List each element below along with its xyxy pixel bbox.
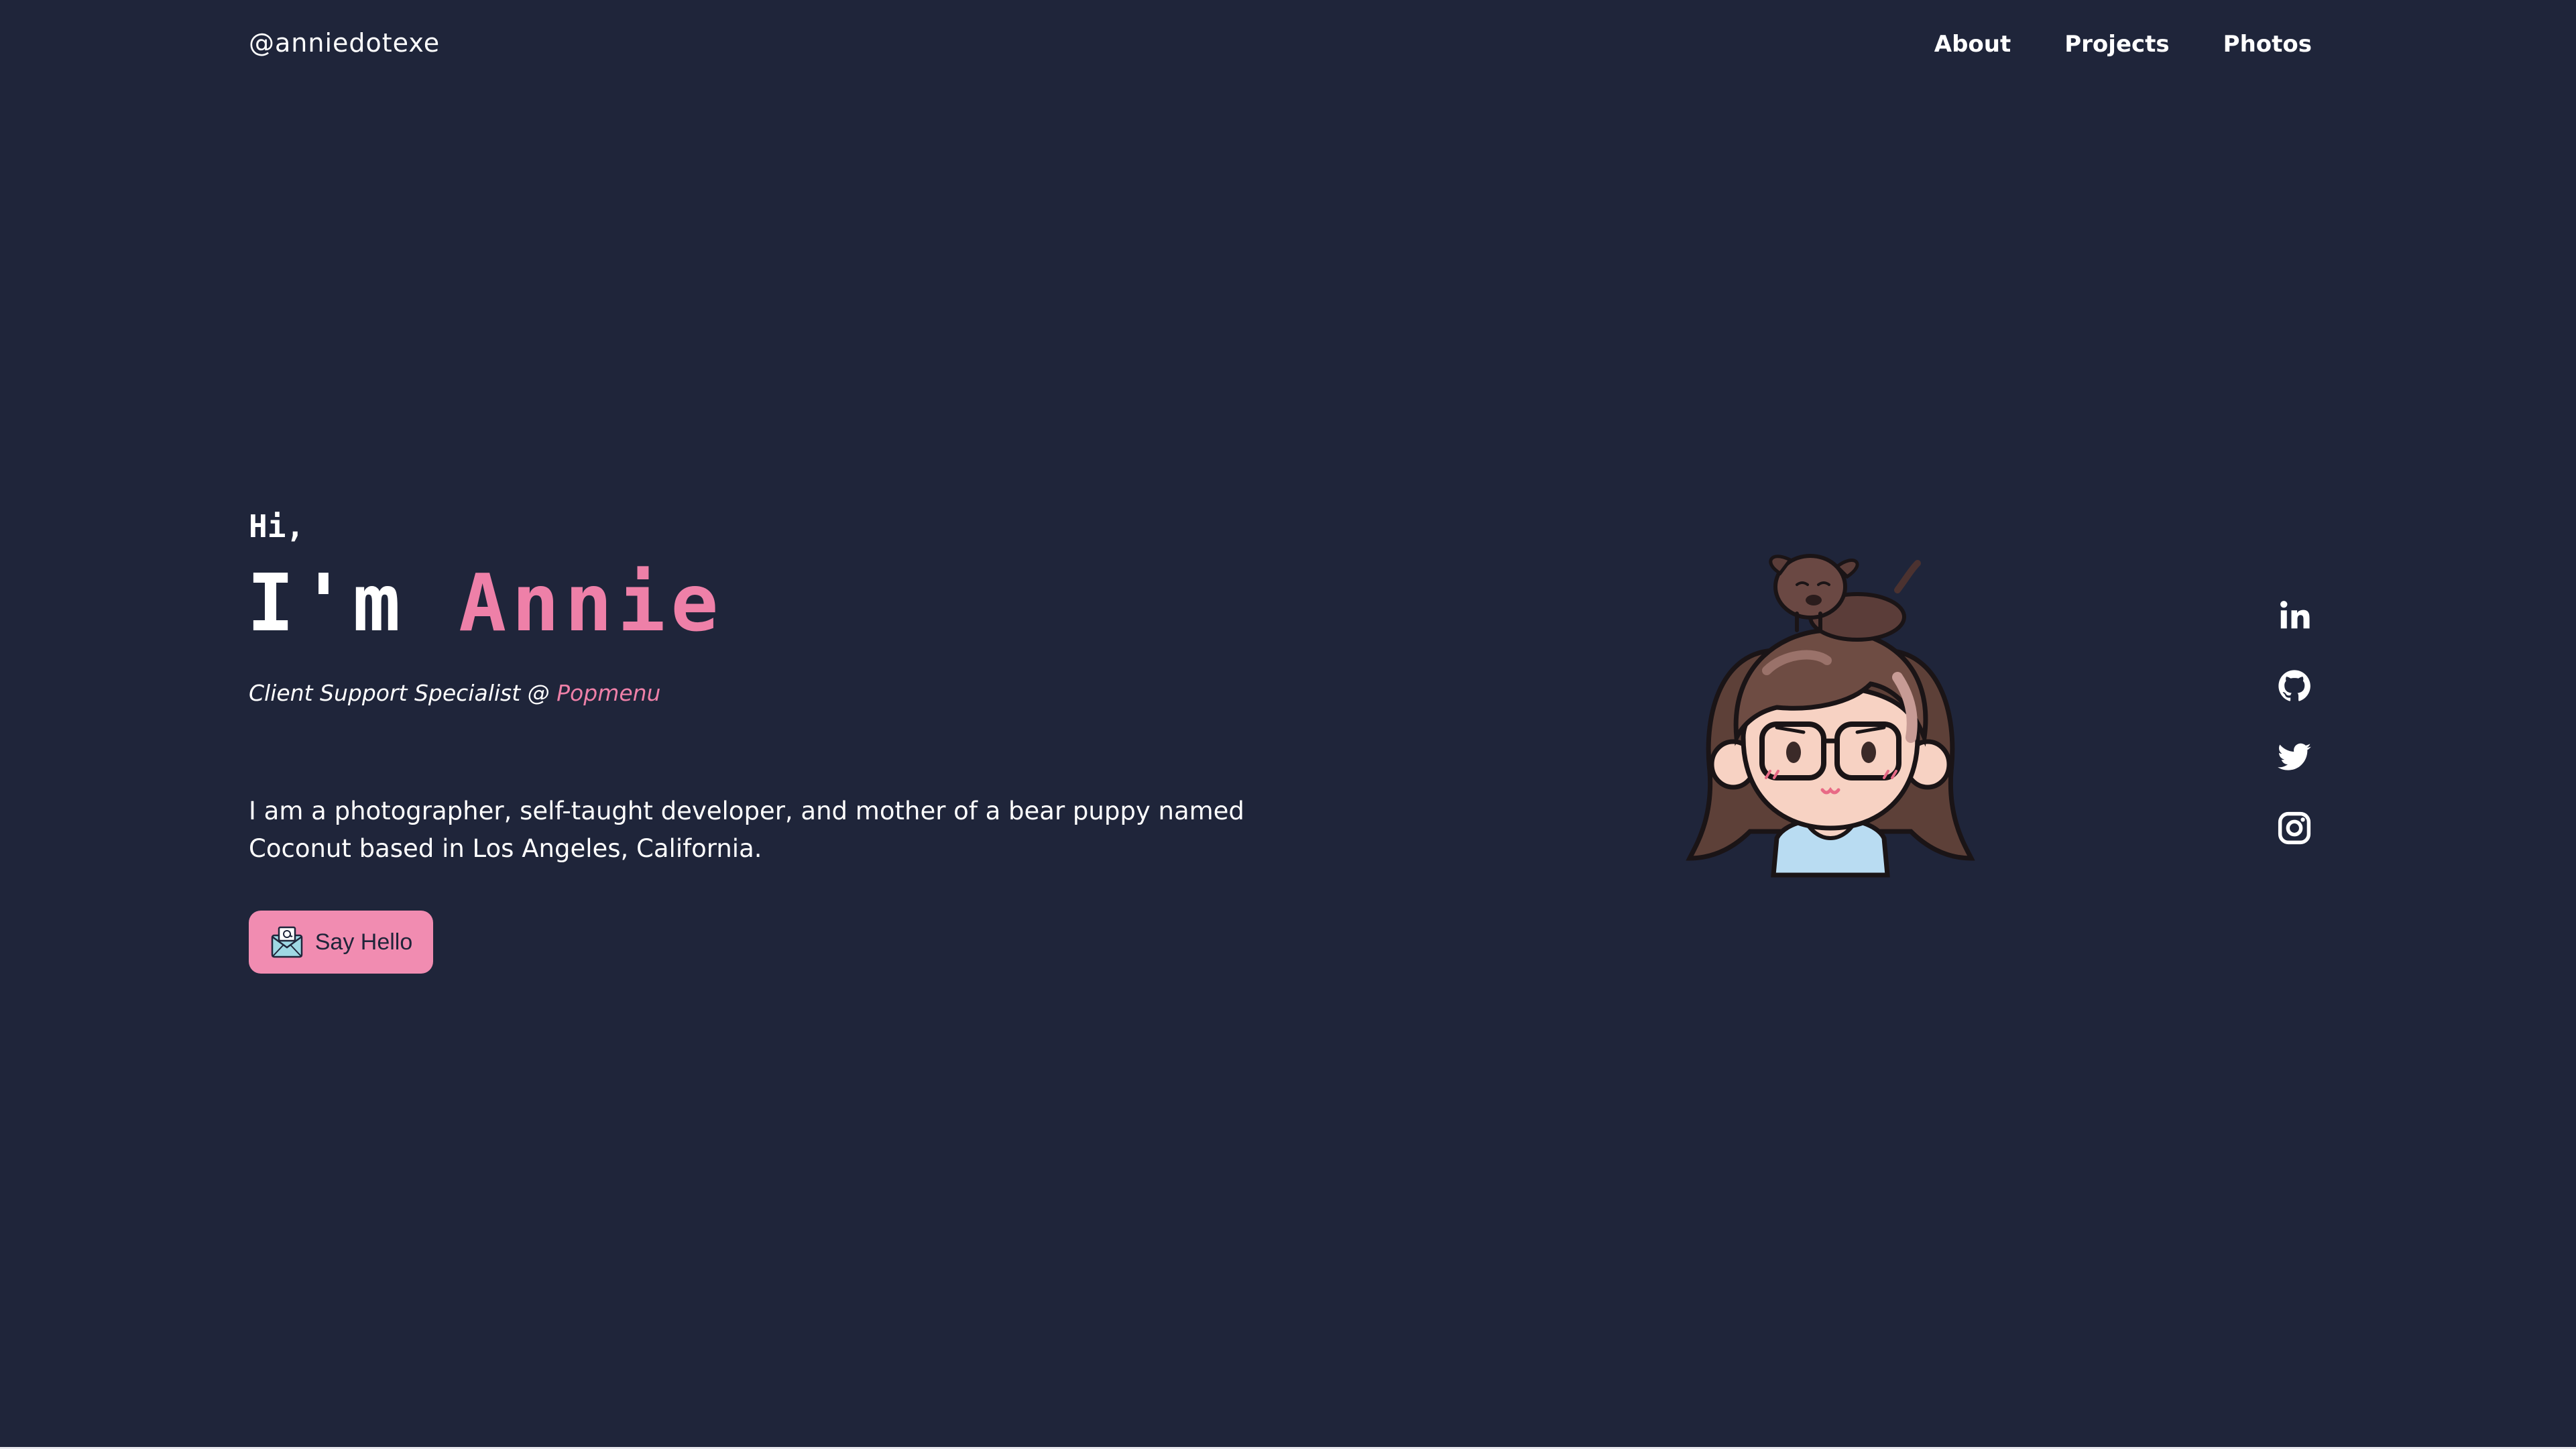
social-links: [2276, 597, 2312, 846]
job-role: Client Support Specialist @ Popmenu: [249, 680, 660, 706]
envelope-at-icon: [271, 926, 302, 958]
hero-headline: I'm Annie: [247, 557, 723, 649]
twitter-icon[interactable]: [2276, 739, 2312, 775]
top-nav: About Projects Photos: [1934, 31, 2312, 58]
company-link[interactable]: Popmenu: [557, 680, 660, 706]
nav-about-link[interactable]: About: [1934, 31, 2011, 58]
bio-text: I am a photographer, self-taught develop…: [249, 797, 1244, 863]
page: @anniedotexe About Projects Photos Hi, I…: [0, 0, 2576, 1449]
say-hello-label: Say Hello: [314, 929, 413, 955]
role-text: Client Support Specialist @: [249, 680, 557, 706]
instagram-icon[interactable]: [2276, 810, 2312, 846]
headline-prefix: I'm: [247, 557, 459, 649]
say-hello-button[interactable]: Say Hello: [249, 911, 433, 974]
greeting-text: Hi,: [249, 508, 305, 544]
hero-name: Annie: [459, 557, 724, 649]
cartoon-avatar-with-puppy: [1686, 554, 1975, 878]
nav-projects-link[interactable]: Projects: [2064, 31, 2169, 58]
linkedin-icon[interactable]: [2276, 597, 2312, 633]
site-handle-link[interactable]: @anniedotexe: [249, 28, 440, 58]
github-icon[interactable]: [2276, 668, 2312, 704]
nav-photos-link[interactable]: Photos: [2223, 31, 2312, 58]
